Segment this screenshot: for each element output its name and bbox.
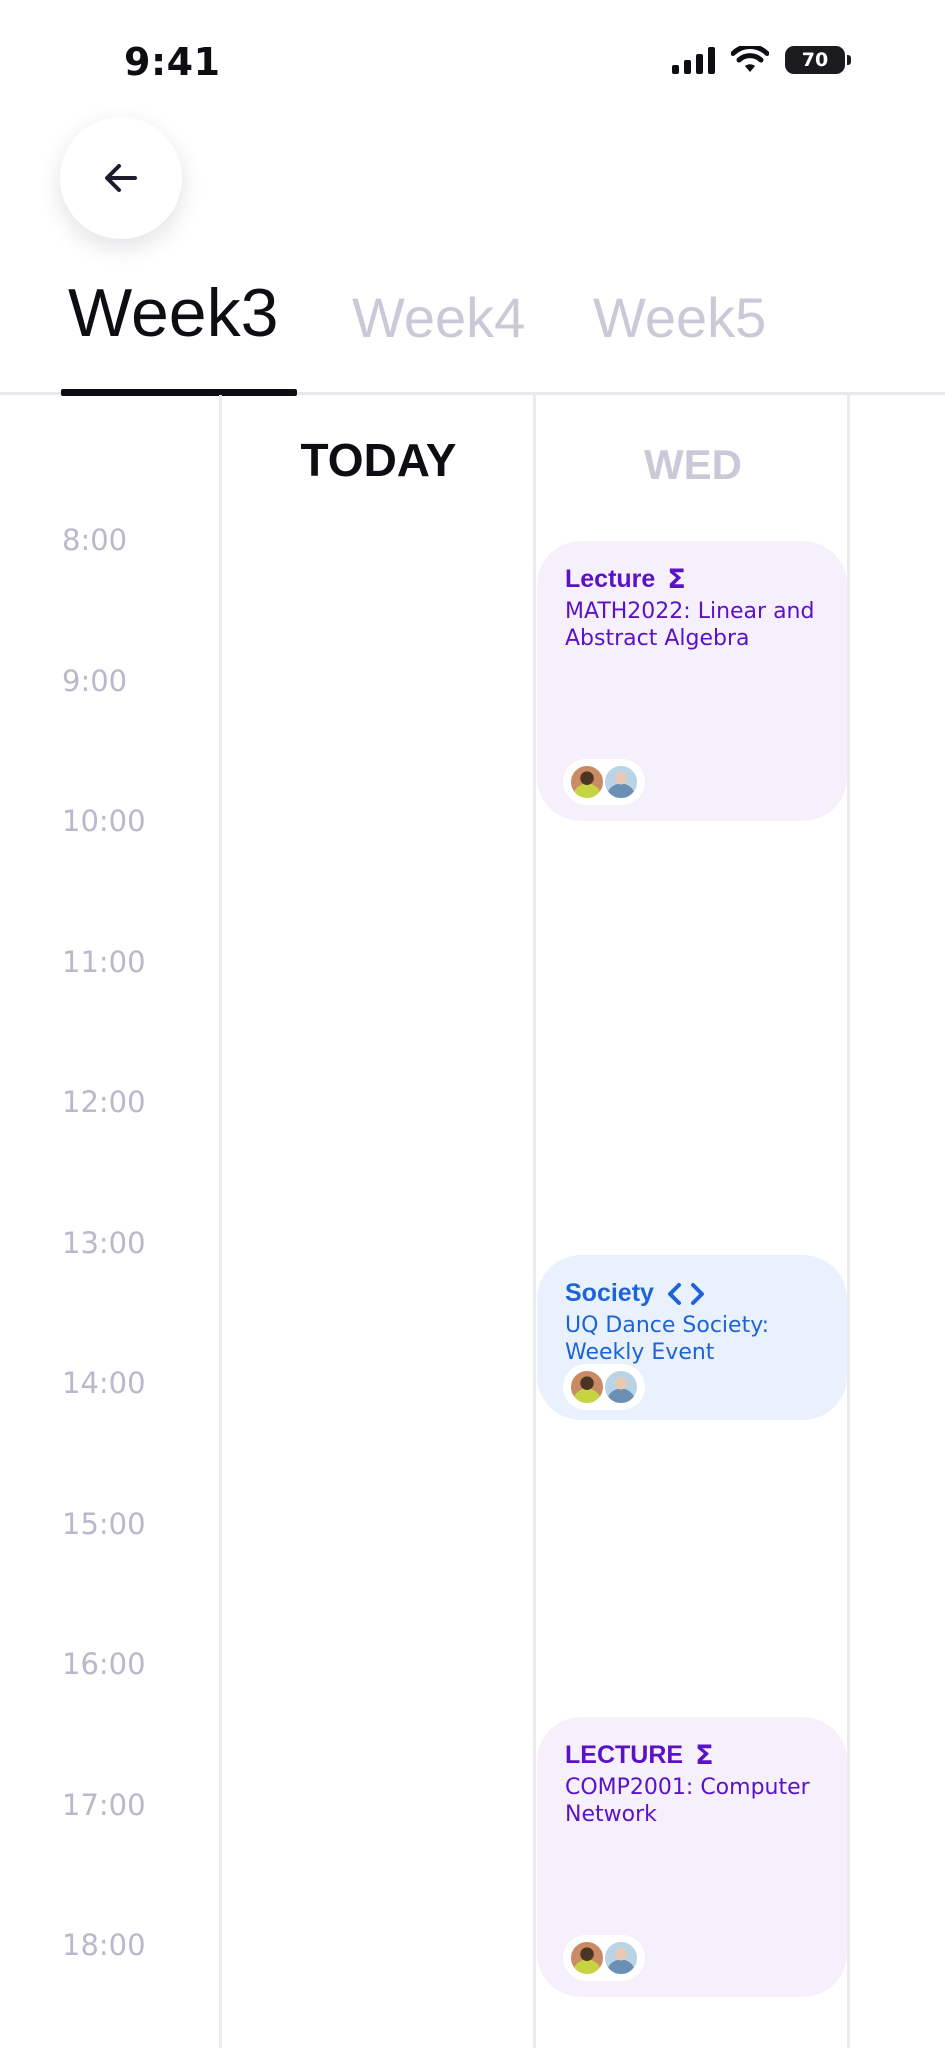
cellular-signal-icon xyxy=(672,46,715,74)
time-label: 9:00 xyxy=(62,664,128,698)
sigma-icon: Σ xyxy=(667,564,686,595)
avatar xyxy=(603,1369,639,1405)
time-label: 14:00 xyxy=(62,1366,146,1400)
attendee-avatars xyxy=(563,1935,645,1981)
time-label: 12:00 xyxy=(62,1085,146,1119)
time-label: 15:00 xyxy=(62,1507,146,1541)
event-type-label: LECTURE xyxy=(565,1741,684,1769)
time-label: 11:00 xyxy=(62,945,146,979)
event-title: MATH2022: Linear and Abstract Algebra xyxy=(565,599,815,651)
day-header-today: TODAY xyxy=(300,434,457,486)
event-card-comp2001[interactable]: LECTURE Σ COMP2001: Computer Network xyxy=(537,1717,847,1997)
time-label: 13:00 xyxy=(62,1226,146,1260)
column-divider xyxy=(533,395,536,2048)
status-icons: 70 xyxy=(672,46,851,74)
day-header-wed: WED xyxy=(644,441,742,488)
back-button[interactable] xyxy=(60,117,182,239)
avatar xyxy=(603,764,639,800)
avatar xyxy=(569,1369,605,1405)
code-brackets-icon xyxy=(667,1282,704,1305)
event-type-label: Society xyxy=(565,1279,654,1307)
tab-week3[interactable]: Week3 xyxy=(68,274,278,352)
avatar xyxy=(569,1940,605,1976)
time-label: 8:00 xyxy=(62,523,128,557)
event-card-dance-society[interactable]: Society UQ Dance Society: Weekly Event xyxy=(537,1255,847,1420)
event-title: COMP2001: Computer Network xyxy=(565,1775,810,1827)
event-type-label: Lecture xyxy=(565,565,656,593)
time-label: 10:00 xyxy=(62,804,146,838)
tab-week4[interactable]: Week4 xyxy=(352,285,525,350)
avatar xyxy=(603,1940,639,1976)
attendee-avatars xyxy=(563,1364,645,1410)
active-tab-indicator xyxy=(61,389,297,396)
avatar xyxy=(569,764,605,800)
sigma-icon: Σ xyxy=(695,1740,714,1771)
wifi-icon xyxy=(731,46,769,72)
time-label: 18:00 xyxy=(62,1928,146,1962)
time-label: 16:00 xyxy=(62,1647,146,1681)
tab-week5[interactable]: Week5 xyxy=(593,285,766,350)
attendee-avatars xyxy=(563,759,645,805)
arrow-left-icon xyxy=(105,164,137,192)
time-label: 17:00 xyxy=(62,1788,146,1822)
column-divider xyxy=(847,395,850,2048)
event-card-math2022[interactable]: Lecture Σ MATH2022: Linear and Abstract … xyxy=(537,541,847,821)
status-time: 9:41 xyxy=(124,40,221,84)
battery-icon: 70 xyxy=(785,46,851,74)
event-title: UQ Dance Society: Weekly Event xyxy=(565,1313,770,1365)
column-divider xyxy=(219,395,222,2048)
